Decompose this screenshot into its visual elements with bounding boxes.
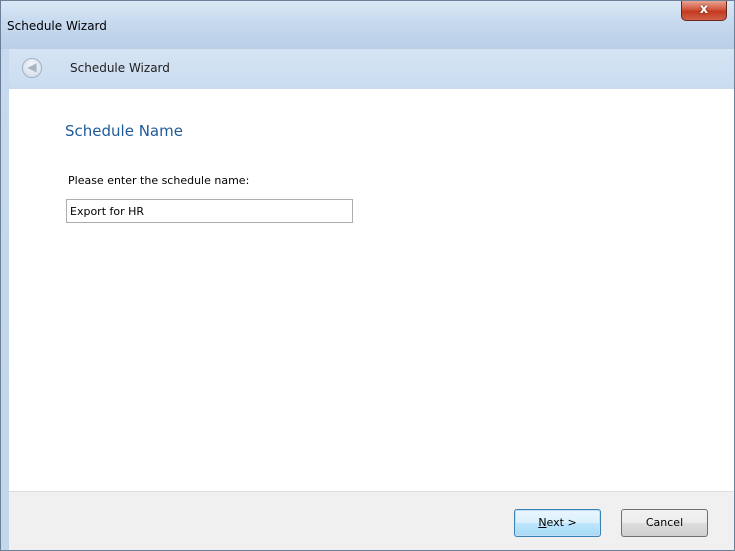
next-button-label: ext > [546,516,577,529]
window-title: Schedule Wizard [7,19,107,33]
back-button[interactable]: ◀ [22,58,42,78]
next-button-accesskey: N [538,516,547,529]
back-arrow-icon: ◀ [27,60,37,74]
wizard-content: Schedule Name Please enter the schedule … [9,89,734,491]
title-bar[interactable]: Schedule Wizard x [1,1,734,49]
window-frame-left [1,49,9,550]
schedule-name-label: Please enter the schedule name: [68,174,250,187]
close-icon: x [699,2,709,17]
next-button[interactable]: Next > [514,509,601,537]
page-title: Schedule Name [65,122,183,140]
schedule-wizard-window: Schedule Wizard x ◀ Schedule Wizard Sche… [0,0,735,551]
schedule-name-input[interactable] [66,199,353,223]
wizard-title: Schedule Wizard [70,61,170,75]
cancel-button[interactable]: Cancel [621,509,708,537]
wizard-footer: Next > Cancel [9,491,734,550]
wizard-nav-bar: ◀ Schedule Wizard [9,49,734,89]
close-button[interactable]: x [681,1,727,21]
